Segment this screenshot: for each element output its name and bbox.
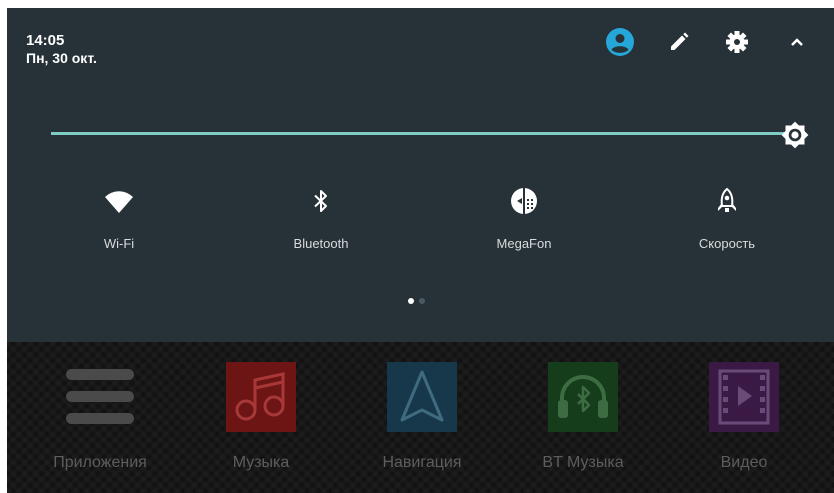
app-label: Музыка (232, 454, 290, 471)
app-label: BT Музыка (542, 454, 624, 471)
app-apps[interactable]: Приложения (40, 362, 160, 472)
app-label: Навигация (382, 454, 462, 471)
edit-pencil-icon[interactable] (665, 28, 693, 56)
app-label: Видео (720, 454, 768, 471)
brightness-icon[interactable] (780, 120, 810, 150)
collapse-chevron-icon[interactable] (783, 28, 811, 56)
account-icon[interactable] (606, 28, 634, 56)
music-icon (226, 362, 296, 432)
apps-menu-icon (65, 362, 135, 432)
tile-label: MegaFon (496, 236, 552, 251)
app-bt-music[interactable]: BT Музыка (523, 362, 643, 472)
app-navigation[interactable]: Навигация (362, 362, 482, 472)
cellular-data-icon (509, 186, 539, 216)
tile-label: Wi-Fi (103, 236, 135, 251)
status-date: Пн, 30 окт. (26, 50, 97, 66)
video-icon (709, 362, 779, 432)
status-time: 14:05 (26, 32, 65, 49)
bluetooth-icon (306, 186, 336, 216)
page-dot[interactable] (419, 298, 425, 304)
tile-bluetooth[interactable]: Bluetooth (251, 186, 391, 251)
page-dot-active[interactable] (408, 298, 414, 304)
rocket-icon (712, 186, 742, 216)
app-music[interactable]: Музыка (201, 362, 321, 472)
launcher-dock: Приложения Музыка Навигация BT Музыка Ви… (7, 342, 834, 493)
notification-shade: 14:05 Пн, 30 окт. Wi-Fi Bluetooth MegaFo… (7, 8, 834, 342)
wifi-icon (104, 186, 134, 216)
navigation-icon (387, 362, 457, 432)
app-label: Приложения (53, 454, 147, 471)
settings-gear-icon[interactable] (723, 28, 751, 56)
app-video[interactable]: Видео (684, 362, 804, 472)
tile-label: Скорость (698, 236, 756, 251)
tile-label: Bluetooth (293, 236, 349, 251)
bt-headphones-icon (548, 362, 618, 432)
device-screen: Приложения Музыка Навигация BT Музыка Ви… (7, 8, 834, 493)
tile-speed[interactable]: Скорость (657, 186, 797, 251)
tile-wifi[interactable]: Wi-Fi (49, 186, 189, 251)
brightness-slider-track[interactable] (51, 132, 789, 135)
tile-megafon[interactable]: MegaFon (454, 186, 594, 251)
